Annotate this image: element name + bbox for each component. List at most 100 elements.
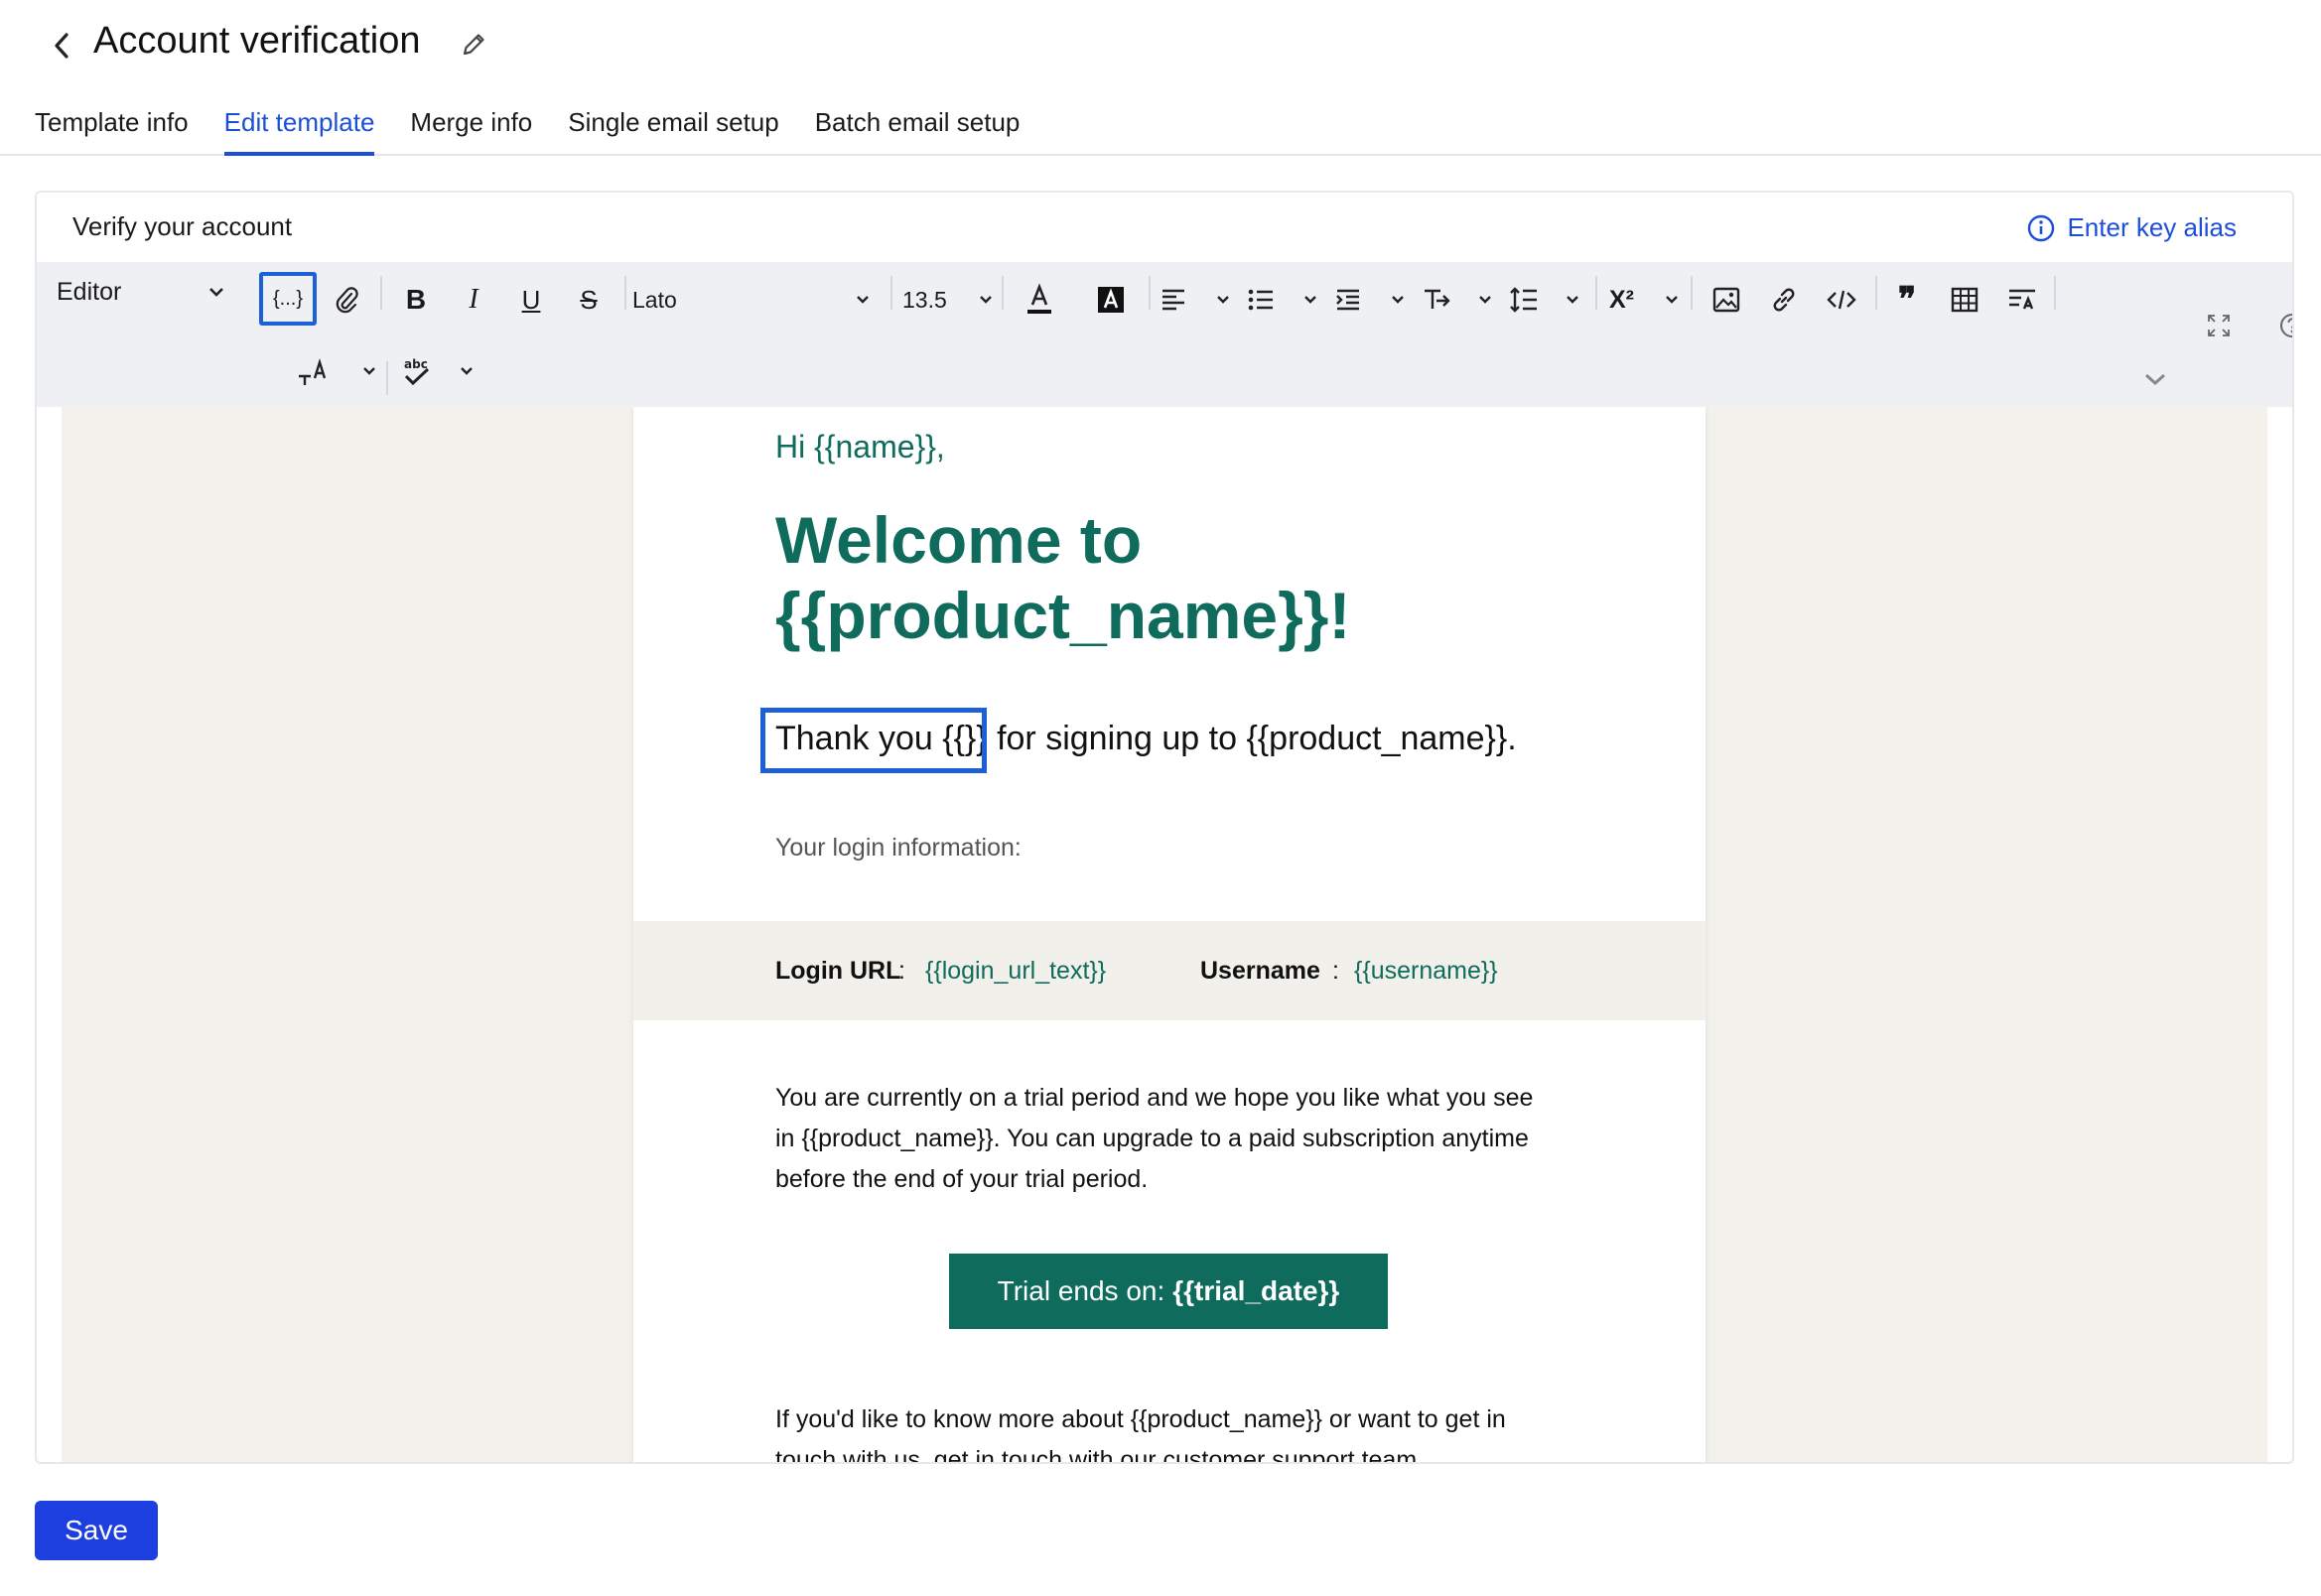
toolbar-separator [380, 276, 382, 310]
table-icon[interactable] [1943, 276, 1986, 324]
toolbar-separator [2054, 276, 2056, 310]
bullet-list-icon [1248, 289, 1273, 311]
tab-merge-info[interactable]: Merge info [410, 107, 532, 156]
font-size-select[interactable]: 13.5 [902, 276, 994, 324]
expand-toolbar-chevron-icon[interactable] [2133, 355, 2177, 403]
indent-icon [1336, 289, 1359, 311]
toolbar-separator [1002, 276, 1004, 310]
welcome-heading: Welcome to {{product_name}}! [775, 503, 1351, 652]
indent-dropdown[interactable] [1335, 276, 1405, 324]
username-colon: : [1332, 957, 1339, 985]
svg-text:abc: abc [404, 357, 428, 371]
chevron-down-icon [857, 296, 869, 304]
chevron-down-icon [1304, 296, 1316, 304]
font-size-value: 13.5 [902, 286, 947, 313]
trial-ends-button[interactable]: Trial ends on: {{trial_date}} [949, 1254, 1388, 1329]
italic-icon[interactable]: I [452, 276, 495, 324]
text-color-icon[interactable] [1018, 276, 1061, 324]
thank-you-text: Thank you {{}} for signing up to {{produ… [775, 720, 1517, 757]
text-case-icon [299, 357, 327, 385]
trial-ends-value: {{trial_date}} [1172, 1275, 1340, 1306]
font-family-value: Lato [632, 286, 677, 313]
chevron-down-icon [1392, 296, 1404, 304]
tab-single-email-setup[interactable]: Single email setup [568, 107, 778, 156]
format-options-icon[interactable] [2000, 276, 2044, 324]
edit-pencil-icon[interactable] [457, 28, 490, 62]
chevron-down-icon [1479, 296, 1491, 304]
help-icon[interactable] [2270, 302, 2292, 349]
line-height-dropdown[interactable] [1510, 276, 1579, 324]
trial-paragraph: You are currently on a trial period and … [775, 1078, 1570, 1200]
text-case-dropdown[interactable] [297, 347, 376, 395]
editor-frame: Verify your account Enter key alias Edit… [35, 191, 2294, 1464]
chevron-down-icon [1217, 296, 1229, 304]
back-arrow-icon[interactable] [44, 28, 79, 64]
chevron-down-icon [461, 367, 473, 375]
login-details-band: Login URL : {{login_url_text}} Username … [633, 921, 1706, 1020]
page-header: Account verification Template info Edit … [0, 0, 2321, 156]
formatting-toolbar: Editor {...} B I U S Lato 13.5 X² ❞ abc [37, 262, 2292, 407]
save-button[interactable]: Save [35, 1501, 158, 1560]
underline-icon[interactable]: U [509, 276, 553, 324]
trial-line: in {{product_name}}. You can upgrade to … [775, 1125, 1529, 1152]
email-body[interactable]: Hi {{name}}, Welcome to {{product_name}}… [633, 407, 1706, 1464]
editor-mode-select[interactable]: Editor [57, 268, 225, 316]
highlight-color-icon[interactable] [1089, 276, 1133, 324]
tab-edit-template[interactable]: Edit template [223, 107, 375, 156]
support-line: touch with us, get in touch with our cus… [775, 1446, 1425, 1464]
greeting-text: Hi {{name}}, [775, 429, 945, 465]
attach-icon[interactable] [325, 276, 368, 324]
login-url-label: Login URL [775, 957, 901, 985]
blockquote-icon[interactable]: ❞ [1885, 276, 1929, 324]
tab-bar: Template info Edit template Merge info S… [35, 107, 1055, 156]
info-icon [2028, 214, 2055, 241]
text-direction-icon [1425, 289, 1450, 309]
toolbar-separator [1875, 276, 1877, 310]
line-height-icon [1510, 287, 1537, 313]
align-dropdown[interactable] [1160, 276, 1230, 324]
insert-image-icon[interactable] [1705, 276, 1748, 324]
email-canvas: Hi {{name}}, Welcome to {{product_name}}… [62, 407, 2267, 1464]
support-paragraph: If you'd like to know more about {{produ… [775, 1399, 1570, 1464]
subject-field[interactable]: Verify your account [72, 211, 292, 242]
superscript-dropdown[interactable]: X² [1609, 276, 1679, 324]
trial-line: You are currently on a trial period and … [775, 1084, 1534, 1112]
page-title: Account verification [93, 20, 421, 62]
bold-icon[interactable]: B [394, 276, 438, 324]
spellcheck-dropdown[interactable]: abc [402, 347, 474, 395]
enter-key-alias-label: Enter key alias [2067, 212, 2237, 242]
toolbar-separator [1149, 276, 1151, 310]
username-value: {{username}} [1354, 957, 1498, 985]
merge-field-button[interactable]: {...} [259, 272, 317, 326]
chevron-down-icon [980, 296, 992, 304]
username-label: Username [1200, 957, 1320, 985]
chevron-down-icon [363, 367, 375, 375]
superscript-icon: X² [1609, 285, 1634, 314]
trial-ends-prefix: Trial ends on: [997, 1275, 1165, 1306]
code-icon[interactable] [1820, 276, 1863, 324]
bullet-list-dropdown[interactable] [1248, 276, 1317, 324]
toolbar-separator [1691, 276, 1693, 310]
login-info-label: Your login information: [775, 834, 1022, 862]
chevron-down-icon [209, 288, 223, 297]
editor-mode-value: Editor [57, 277, 122, 306]
tab-batch-email-setup[interactable]: Batch email setup [815, 107, 1021, 156]
support-line: If you'd like to know more about {{produ… [775, 1405, 1506, 1433]
toolbar-separator [890, 276, 892, 310]
text-direction-dropdown[interactable] [1423, 276, 1492, 324]
spellcheck-icon: abc [404, 357, 430, 386]
align-left-icon [1162, 289, 1184, 311]
toolbar-separator [624, 276, 626, 310]
login-url-value: {{login_url_text}} [925, 957, 1107, 985]
fullscreen-icon[interactable] [2197, 302, 2241, 349]
toolbar-separator [1595, 276, 1597, 310]
enter-key-alias-link[interactable]: Enter key alias [2027, 212, 2237, 243]
font-family-select[interactable]: Lato [632, 276, 881, 324]
merge-field-label: {...} [272, 287, 304, 310]
tab-template-info[interactable]: Template info [35, 107, 189, 156]
chevron-down-icon [1567, 296, 1578, 304]
strikethrough-icon[interactable]: S [567, 276, 611, 324]
insert-link-icon[interactable] [1762, 276, 1806, 324]
subject-row: Verify your account Enter key alias [37, 193, 2292, 262]
login-url-colon: : [898, 957, 905, 985]
